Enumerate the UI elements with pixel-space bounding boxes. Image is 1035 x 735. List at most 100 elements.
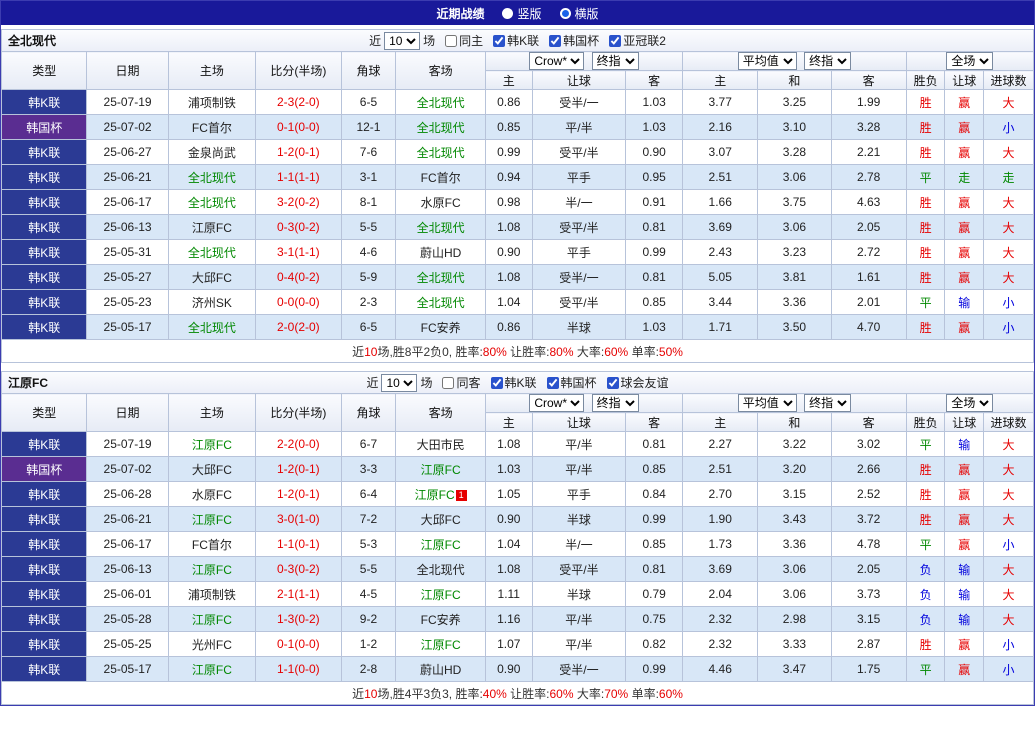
checkbox-input[interactable] <box>609 35 621 47</box>
odds-company-select[interactable]: Crow* <box>529 394 584 412</box>
same-home-checkbox[interactable]: 同主 <box>438 32 483 49</box>
hcap-home-odds-cell: 1.05 <box>485 482 532 507</box>
goals-result-cell: 大 <box>984 482 1034 507</box>
goals-result-cell: 大 <box>984 140 1034 165</box>
final-odds-select[interactable]: 终指 <box>592 394 639 412</box>
score-cell: 0-3(0-2) <box>256 215 341 240</box>
summary-row: 近10场,胜4平3负3, 胜率:40% 让胜率:60% 大率:70% 单率:60… <box>2 682 1034 705</box>
europe-odds-group-header: 平均值 终指 <box>683 394 907 413</box>
goals-result-cell: 大 <box>984 582 1034 607</box>
date-cell: 25-06-01 <box>87 582 168 607</box>
checkbox-input[interactable] <box>547 377 559 389</box>
away-team-cell: FC首尔 <box>396 165 485 190</box>
average-select[interactable]: 平均值 <box>738 394 797 412</box>
acl-filter-checkbox[interactable]: 亚冠联2 <box>602 32 666 49</box>
match-row: 韩K联25-05-31全北现代3-1(1-1)4-6蔚山HD0.90平手0.99… <box>2 240 1034 265</box>
checkbox-input[interactable] <box>607 377 619 389</box>
col-goals: 进球数 <box>984 413 1034 432</box>
avg-home-odds-cell: 5.05 <box>683 265 758 290</box>
avg-draw-odds-cell: 3.33 <box>758 632 831 657</box>
cup-filter-checkbox[interactable]: 韩国杯 <box>540 374 597 391</box>
home-team-cell: 大邱FC <box>168 457 255 482</box>
summary-value: 50% <box>659 345 683 359</box>
hcap-line-cell: 半/一 <box>532 190 626 215</box>
goals-result-cell: 小 <box>984 290 1034 315</box>
col-goals: 进球数 <box>984 71 1034 90</box>
summary-value: 80% <box>550 345 574 359</box>
fulltime-select[interactable]: 全场 <box>946 52 993 70</box>
hcap-home-odds-cell: 1.16 <box>485 607 532 632</box>
layout-radio-vertical[interactable]: 竖版 <box>502 5 541 22</box>
avg-away-odds-cell: 2.01 <box>831 290 906 315</box>
away-team-cell: 蔚山HD <box>396 240 485 265</box>
checkbox-input[interactable] <box>445 35 457 47</box>
avg-home-odds-cell: 3.69 <box>683 215 758 240</box>
checkbox-input[interactable] <box>491 377 503 389</box>
checkbox-input[interactable] <box>493 35 505 47</box>
match-row: 韩K联25-06-28水原FC1-2(0-1)6-4江原FC11.05平手0.8… <box>2 482 1034 507</box>
avg-away-odds-cell: 1.99 <box>831 90 906 115</box>
checkbox-input[interactable] <box>549 35 561 47</box>
avg-draw-odds-cell: 3.75 <box>758 190 831 215</box>
col-wdl: 胜负 <box>906 413 945 432</box>
home-team-cell: 金泉尚武 <box>168 140 255 165</box>
friendly-filter-checkbox[interactable]: 球会友谊 <box>600 374 669 391</box>
summary-value: 60% <box>550 687 574 701</box>
league-filter-checkbox[interactable]: 韩K联 <box>484 374 537 391</box>
recent-games-select[interactable]: 10 <box>381 374 417 392</box>
avg-away-odds-cell: 2.72 <box>831 240 906 265</box>
summary-text: 场,胜4平3负3, 胜率: <box>377 687 482 701</box>
goals-result-cell: 大 <box>984 432 1034 457</box>
col-hcap-line: 让球 <box>532 413 626 432</box>
date-cell: 25-06-21 <box>87 507 168 532</box>
score-cell: 1-2(0-1) <box>256 457 341 482</box>
avg-draw-odds-cell: 3.50 <box>758 315 831 340</box>
avg-away-odds-cell: 4.70 <box>831 315 906 340</box>
avg-draw-odds-cell: 2.98 <box>758 607 831 632</box>
corners-cell: 5-5 <box>341 215 396 240</box>
corners-cell: 5-5 <box>341 557 396 582</box>
away-team-cell: 水原FC <box>396 190 485 215</box>
wdl-result-cell: 胜 <box>906 115 945 140</box>
hcap-line-cell: 平手 <box>532 240 626 265</box>
avg-home-odds-cell: 2.70 <box>683 482 758 507</box>
average-select[interactable]: 平均值 <box>738 52 797 70</box>
summary-text: 单率: <box>628 345 659 359</box>
match-row: 韩K联25-06-21江原FC3-0(1-0)7-2大邱FC0.90半球0.99… <box>2 507 1034 532</box>
final-odds-select[interactable]: 终指 <box>804 394 851 412</box>
col-wdl: 胜负 <box>906 71 945 90</box>
final-odds-select[interactable]: 终指 <box>804 52 851 70</box>
hcap-line-cell: 受平/半 <box>532 290 626 315</box>
col-hcap-result: 让球 <box>945 71 984 90</box>
league-cell: 韩K联 <box>2 190 87 215</box>
match-row: 韩K联25-06-17全北现代3-2(0-2)8-1水原FC0.98半/一0.9… <box>2 190 1034 215</box>
match-row: 韩国杯25-07-02大邱FC1-2(0-1)3-3江原FC1.03平/半0.8… <box>2 457 1034 482</box>
league-cell: 韩K联 <box>2 607 87 632</box>
corners-cell: 5-3 <box>341 532 396 557</box>
cup-filter-checkbox[interactable]: 韩国杯 <box>542 32 599 49</box>
result-group-header: 全场 <box>906 394 1033 413</box>
home-team-cell: 江原FC <box>168 607 255 632</box>
hcap-line-cell: 平/半 <box>532 432 626 457</box>
league-cell: 韩K联 <box>2 557 87 582</box>
avg-draw-odds-cell: 3.36 <box>758 290 831 315</box>
recent-games-select[interactable]: 10 <box>384 32 420 50</box>
col-away: 客场 <box>396 394 485 432</box>
layout-radio-horizontal[interactable]: 横版 <box>560 5 599 22</box>
corners-cell: 7-2 <box>341 507 396 532</box>
fulltime-select[interactable]: 全场 <box>946 394 993 412</box>
hcap-result-cell: 赢 <box>945 457 984 482</box>
checkbox-input[interactable] <box>442 377 454 389</box>
date-cell: 25-05-23 <box>87 290 168 315</box>
hcap-home-odds-cell: 0.90 <box>485 507 532 532</box>
checkbox-label: 亚冠联2 <box>623 32 666 49</box>
final-odds-select[interactable]: 终指 <box>592 52 639 70</box>
hcap-away-odds-cell: 1.03 <box>626 90 683 115</box>
team-name: 江原FC <box>8 374 48 391</box>
odds-company-select[interactable]: Crow* <box>529 52 584 70</box>
league-filter-checkbox[interactable]: 韩K联 <box>486 32 539 49</box>
same-away-checkbox[interactable]: 同客 <box>435 374 480 391</box>
league-cell: 韩K联 <box>2 215 87 240</box>
hcap-result-cell: 赢 <box>945 240 984 265</box>
wdl-result-cell: 胜 <box>906 265 945 290</box>
